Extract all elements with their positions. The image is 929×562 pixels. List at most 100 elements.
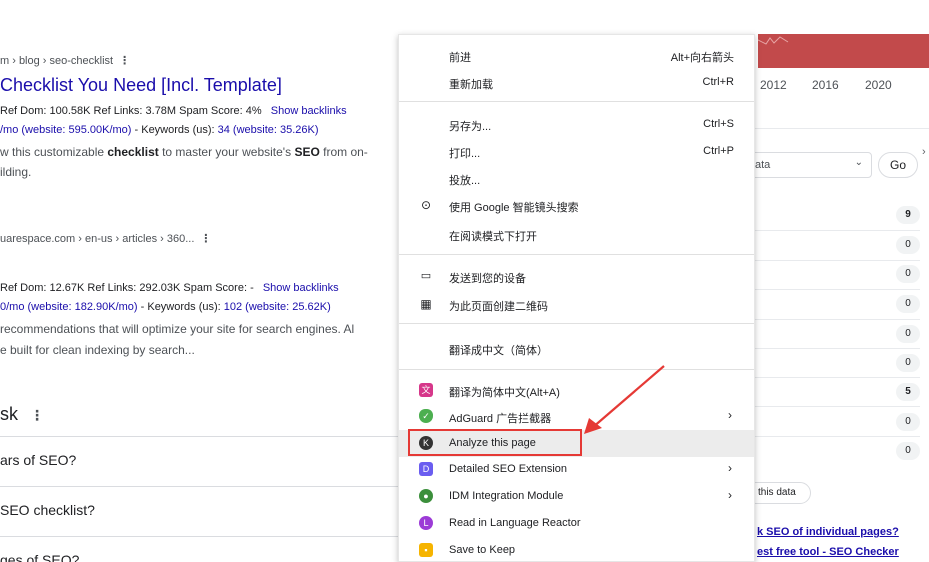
- paa-question-1[interactable]: ars of SEO?: [0, 436, 398, 486]
- result-1-keywords-label: - Keywords (us):: [131, 124, 218, 136]
- result-2-metrics: Ref Dom: 12.67K Ref Links: 292.03K Spam …: [0, 282, 339, 294]
- more-options-icon[interactable]: ⋮: [30, 407, 44, 423]
- more-options-icon[interactable]: ⋮: [119, 55, 130, 67]
- count-badge: 0: [896, 442, 920, 460]
- count-badge: 0: [896, 325, 920, 343]
- menu-item-shortcut: Ctrl+R: [702, 76, 734, 88]
- go-button[interactable]: Go: [878, 152, 918, 178]
- detailed-seo-icon: D: [419, 462, 433, 476]
- faq-link-1[interactable]: k SEO of individual pages?: [757, 526, 899, 538]
- row-divider: [740, 406, 920, 407]
- submenu-arrow-icon: ›: [728, 408, 732, 422]
- divider: [740, 128, 929, 129]
- count-badge: 0: [896, 265, 920, 283]
- result-2-breadcrumb-text: uarespace.com › en-us › articles › 360..…: [0, 233, 195, 245]
- paa-heading-text: sk: [0, 404, 18, 424]
- menu-item-language-reactor[interactable]: L Read in Language Reactor: [399, 510, 754, 537]
- menu-item-label: AdGuard 广告拦截器: [449, 413, 552, 425]
- row-divider: [740, 319, 920, 320]
- result-2-metrics-text: Ref Dom: 12.67K Ref Links: 292.03K Spam …: [0, 282, 254, 294]
- year-label: 2016: [812, 78, 839, 92]
- result-2-keywords-link[interactable]: 102 (website: 25.62K): [224, 301, 331, 313]
- chevron-right-icon[interactable]: ›: [922, 146, 926, 158]
- menu-separator: [399, 101, 754, 102]
- snippet-bold: checklist: [107, 145, 159, 159]
- menu-separator: [399, 323, 754, 324]
- menu-item-label: 在阅读模式下打开: [449, 231, 537, 243]
- menu-item-label: Read in Language Reactor: [449, 517, 581, 529]
- menu-item-translate-extension[interactable]: 文 翻译为简体中文(Alt+A): [399, 377, 754, 404]
- result-2-show-backlinks-link[interactable]: Show backlinks: [263, 282, 339, 294]
- menu-item-qr-code[interactable]: ▦ 为此页面创建二维码: [399, 291, 754, 318]
- menu-item-cast[interactable]: 投放...: [399, 165, 754, 192]
- annotation-arrow-icon: [584, 365, 665, 434]
- menu-item-send-to-device[interactable]: ▭ 发送到您的设备: [399, 263, 754, 290]
- count-badge: 0: [896, 236, 920, 254]
- result-1-traffic-link[interactable]: /mo (website: 595.00K/mo): [0, 124, 131, 136]
- menu-item-save-to-keep[interactable]: ▪ Save to Keep: [399, 537, 754, 562]
- result-2-keywords-label: - Keywords (us):: [137, 301, 224, 313]
- menu-item-reader-mode[interactable]: 在阅读模式下打开: [399, 221, 754, 248]
- count-badge: 5: [896, 383, 920, 401]
- people-also-ask-heading: sk ⋮: [0, 404, 44, 425]
- result-1-metrics: Ref Dom: 100.58K Ref Links: 3.78M Spam S…: [0, 105, 347, 117]
- menu-item-translate[interactable]: 翻译成中文（简体）: [399, 335, 754, 362]
- row-divider: [740, 289, 920, 290]
- result-2-breadcrumb[interactable]: uarespace.com › en-us › articles › 360..…: [0, 232, 211, 245]
- result-1-breadcrumb[interactable]: m › blog › seo-checklist ⋮: [0, 54, 130, 67]
- menu-item-label: 发送到您的设备: [449, 273, 526, 285]
- result-1-breadcrumb-text: m › blog › seo-checklist: [0, 55, 114, 67]
- menu-separator: [399, 254, 754, 255]
- row-divider: [740, 260, 920, 261]
- trend-chart-banner: [757, 34, 929, 68]
- row-divider: [740, 230, 920, 231]
- menu-item-label: Save to Keep: [449, 544, 516, 556]
- menu-item-forward[interactable]: 前进 Alt+向右箭头: [399, 42, 754, 69]
- result-1-show-backlinks-link[interactable]: Show backlinks: [271, 105, 347, 117]
- menu-item-label: 重新加载: [449, 79, 493, 91]
- result-2-traffic: 0/mo (website: 182.90K/mo) - Keywords (u…: [0, 301, 331, 313]
- menu-item-label: 使用 Google 智能镜头搜索: [449, 202, 579, 214]
- result-2-snippet-line-2: e built for clean indexing by search...: [0, 343, 195, 357]
- paa-question-2[interactable]: SEO checklist?: [0, 486, 398, 536]
- paa-question-3[interactable]: ges of SEO?: [0, 536, 398, 562]
- keep-icon: ▪: [419, 543, 433, 557]
- menu-item-label: 翻译为简体中文(Alt+A): [449, 387, 560, 399]
- chevron-down-icon: ⌄: [854, 157, 863, 168]
- menu-item-idm[interactable]: ● IDM Integration Module ›: [399, 483, 754, 510]
- data-select[interactable]: ata ⌄: [742, 152, 872, 178]
- device-icon: ▭: [420, 270, 432, 282]
- menu-item-label: 翻译成中文（简体）: [449, 345, 548, 357]
- menu-item-save-as[interactable]: 另存为... Ctrl+S: [399, 111, 754, 138]
- menu-item-adguard[interactable]: ✓ AdGuard 广告拦截器 ›: [399, 403, 754, 430]
- select-value: ata: [755, 159, 771, 171]
- menu-item-detailed-seo[interactable]: D Detailed SEO Extension ›: [399, 456, 754, 483]
- result-1-traffic: /mo (website: 595.00K/mo) - Keywords (us…: [0, 124, 319, 136]
- menu-item-label: Detailed SEO Extension: [449, 463, 568, 475]
- language-reactor-icon: L: [419, 516, 433, 530]
- row-divider: [740, 377, 920, 378]
- result-1-metrics-text: Ref Dom: 100.58K Ref Links: 3.78M Spam S…: [0, 105, 262, 117]
- result-1-title[interactable]: Checklist You Need [Incl. Template]: [0, 75, 282, 96]
- year-label: 2012: [760, 78, 787, 92]
- faq-link-2[interactable]: est free tool - SEO Checker: [757, 546, 899, 558]
- menu-item-label: 另存为...: [449, 121, 492, 133]
- lens-icon: ⊙: [420, 198, 432, 212]
- menu-item-google-lens[interactable]: ⊙ 使用 Google 智能镜头搜索: [399, 192, 754, 219]
- result-2-traffic-link[interactable]: 0/mo (website: 182.90K/mo): [0, 301, 138, 313]
- idm-globe-icon: ●: [419, 489, 433, 503]
- more-options-icon[interactable]: ⋮: [200, 233, 211, 245]
- menu-item-print[interactable]: 打印... Ctrl+P: [399, 138, 754, 165]
- qr-code-icon: ▦: [420, 297, 432, 311]
- menu-item-label: 为此页面创建二维码: [449, 301, 548, 313]
- count-badge: 0: [896, 413, 920, 431]
- menu-item-shortcut: Alt+向右箭头: [670, 52, 734, 64]
- submenu-arrow-icon: ›: [728, 461, 732, 475]
- menu-item-label: 前进: [449, 52, 471, 64]
- menu-item-reload[interactable]: 重新加载 Ctrl+R: [399, 69, 754, 96]
- result-2-snippet-line-1: recommendations that will optimize your …: [0, 322, 355, 336]
- result-1-keywords-link[interactable]: 34 (website: 35.26K): [218, 124, 319, 136]
- result-1-snippet-line-1: w this customizable checklist to master …: [0, 143, 368, 161]
- menu-item-shortcut: Ctrl+S: [703, 118, 734, 130]
- snippet-text: to master your website's: [158, 145, 295, 159]
